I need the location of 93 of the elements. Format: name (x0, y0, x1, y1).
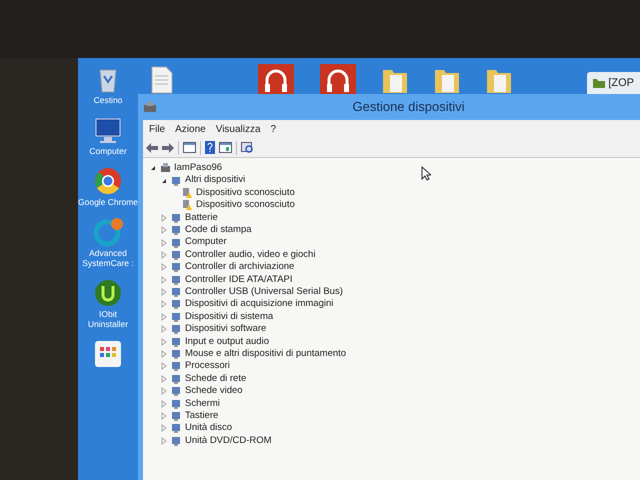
panel-icon[interactable] (219, 142, 232, 153)
back-arrow-icon[interactable] (146, 142, 158, 152)
device-icon (171, 287, 182, 298)
expand-arrow-icon[interactable] (160, 350, 168, 358)
expand-arrow-icon[interactable] (160, 338, 168, 346)
device-icon (171, 225, 182, 236)
menu-item[interactable]: ? (266, 122, 280, 136)
tree-item[interactable]: Dispositivi di acquisizione immagini (185, 297, 334, 312)
computer-icon (160, 163, 171, 174)
collapse-arrow-icon[interactable] (149, 164, 157, 172)
device-icon (171, 398, 182, 409)
menu-item[interactable]: Visualizza (212, 122, 265, 136)
expand-arrow-icon[interactable] (160, 238, 168, 247)
expand-arrow-icon[interactable] (160, 300, 168, 308)
expand-arrow-icon[interactable] (160, 250, 168, 259)
device-icon (171, 312, 182, 322)
tree-item[interactable]: Dispositivo sconosciuto (196, 198, 295, 212)
tree-item[interactable]: Dispositivi software (185, 322, 266, 336)
device-icon (171, 262, 182, 272)
document-icon[interactable] (150, 66, 174, 94)
tab-label: [ZOP (608, 76, 634, 91)
expand-arrow-icon[interactable] (160, 424, 168, 432)
headphones-icon[interactable] (258, 64, 294, 94)
device-icon (171, 386, 182, 396)
menu-item[interactable]: File (145, 122, 170, 136)
tree-item[interactable]: Controller di archiviazione (185, 260, 294, 274)
device-icon (171, 324, 182, 334)
tiles-icon[interactable] (93, 339, 123, 369)
ring-icon[interactable] (93, 217, 123, 247)
icon-label[interactable]: Advanced SystemCare : (78, 248, 138, 268)
tree-item[interactable]: Code di stampa (185, 223, 252, 238)
device-icon (171, 423, 182, 434)
device-icon (171, 349, 182, 360)
expand-arrow-icon[interactable] (160, 263, 168, 272)
mouse-pointer-icon (421, 166, 431, 181)
icon-label[interactable]: Computer (89, 146, 127, 156)
expand-arrow-icon[interactable] (160, 214, 168, 222)
expand-arrow-icon[interactable] (160, 325, 168, 334)
tree-item[interactable]: Schede video (185, 384, 243, 398)
expand-arrow-icon[interactable] (160, 226, 168, 234)
headphones-icon[interactable] (320, 64, 356, 94)
device-icon (171, 336, 182, 347)
expand-arrow-icon[interactable] (160, 436, 168, 445)
browser-icon[interactable] (93, 166, 123, 196)
help-icon[interactable] (205, 141, 215, 154)
folder-icon (593, 78, 606, 88)
window-title: Gestione dispositivi (352, 98, 466, 116)
tree-item[interactable]: Tastiere (185, 408, 218, 424)
device-icon (171, 436, 182, 446)
uninstall-icon[interactable] (93, 278, 123, 308)
tree-item[interactable]: Altri dispositivi (185, 173, 246, 188)
icon-label[interactable]: Google Chrome (78, 197, 138, 207)
device-icon (171, 411, 182, 421)
collapse-arrow-icon[interactable] (160, 176, 168, 185)
device-icon (171, 176, 182, 186)
tree-item[interactable]: Processori (185, 359, 230, 374)
icon-label[interactable]: Cestino (94, 95, 122, 105)
device-icon (171, 250, 182, 260)
tree-item[interactable]: Dispositivi di sistema (185, 310, 274, 324)
expand-arrow-icon[interactable] (160, 276, 168, 284)
expand-arrow-icon[interactable] (160, 288, 168, 296)
tree-item[interactable]: Dispositivo sconosciuto (196, 186, 295, 200)
tree-item[interactable]: Controller USB (Universal Serial Bus) (185, 284, 343, 300)
icon-label[interactable]: IObit Uninstaller (78, 309, 138, 329)
tree-item[interactable]: Batterie (185, 210, 218, 225)
tree-item[interactable]: Schermi (185, 396, 220, 411)
tree-item[interactable]: Controller IDE ATA/ATAPI (185, 272, 293, 287)
device-icon (171, 212, 182, 223)
expand-arrow-icon[interactable] (160, 312, 168, 321)
window-tab[interactable]: [ZOP (587, 72, 640, 94)
tree-item[interactable]: Schede di rete (185, 372, 246, 386)
properties-icon[interactable] (183, 142, 196, 153)
device-icon (171, 238, 182, 248)
tree-item[interactable]: Unità DVD/CD-ROM (185, 434, 272, 448)
device-icon (171, 361, 182, 372)
expand-arrow-icon[interactable] (160, 387, 168, 396)
tree-item[interactable]: Controller audio, video e giochi (185, 248, 316, 262)
device-icon (171, 374, 182, 384)
device-icon (171, 299, 182, 310)
expand-arrow-icon[interactable] (160, 362, 168, 370)
scan-icon[interactable] (241, 142, 254, 154)
tree-item[interactable]: Unità disco (185, 421, 232, 436)
menu-item[interactable]: Azione (171, 122, 210, 136)
forward-arrow-icon[interactable] (162, 142, 174, 152)
tree-item[interactable]: Mouse e altri dispositivi di puntamento (185, 346, 346, 362)
tree-item[interactable]: Input e output audio (185, 334, 269, 349)
tree-item[interactable]: IamPaso96 (174, 161, 222, 176)
tree-item[interactable]: Computer (185, 235, 227, 250)
device-manager-icon (143, 101, 157, 113)
device-icon (171, 274, 182, 285)
expand-arrow-icon[interactable] (160, 374, 168, 383)
expand-arrow-icon[interactable] (160, 400, 168, 408)
expand-arrow-icon[interactable] (160, 412, 168, 420)
